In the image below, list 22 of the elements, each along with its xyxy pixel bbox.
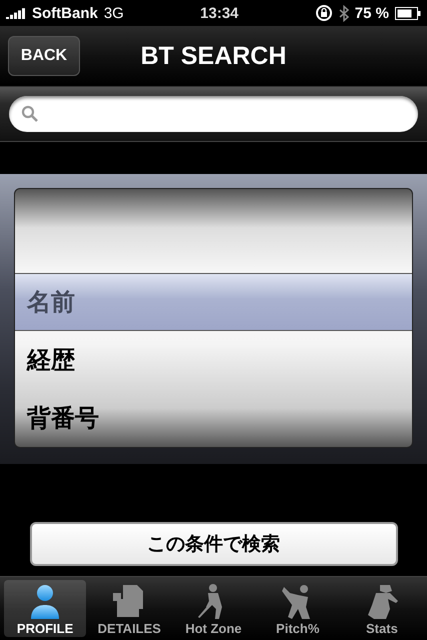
signal-icon — [6, 7, 26, 19]
back-button[interactable]: BACK — [8, 36, 80, 76]
search-button[interactable]: この条件で検索 — [30, 522, 398, 566]
screen-title: BT SEARCH — [140, 42, 286, 70]
tab[interactable]: Stats — [340, 580, 424, 637]
battery-icon — [395, 6, 421, 20]
picker-option[interactable]: 名前 — [15, 273, 412, 331]
picker-option[interactable]: 背番号 — [15, 389, 412, 447]
tab[interactable]: Pitch% — [256, 580, 339, 637]
tab[interactable]: DETAILES — [88, 580, 170, 637]
status-time: 13:34 — [200, 4, 239, 22]
picker-wheel[interactable]: 名前 経歴 背番号 — [14, 188, 413, 448]
carrier-name: SoftBank — [32, 4, 98, 22]
tab[interactable]: Hot Zone — [172, 580, 255, 637]
rotation-lock-icon — [314, 4, 333, 22]
battery-percent: 75 % — [354, 4, 389, 22]
tab[interactable]: PROFILE — [4, 580, 86, 637]
bluetooth-icon — [338, 4, 349, 22]
search-field[interactable] — [9, 96, 418, 132]
network-type: 3G — [104, 4, 124, 22]
search-icon — [21, 105, 39, 123]
picker-option[interactable]: 経歴 — [15, 331, 412, 389]
